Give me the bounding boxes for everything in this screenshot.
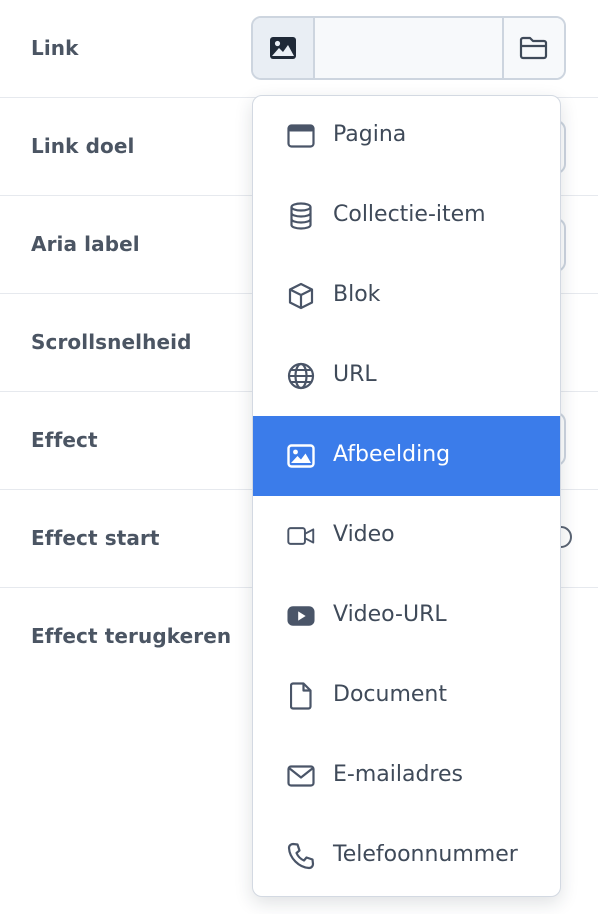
image-icon [287, 442, 315, 470]
phone-icon [287, 842, 315, 870]
field-label-effect-start: Effect start [31, 526, 160, 550]
menu-item-collection-item[interactable]: Collectie-item [253, 176, 560, 256]
menu-item-label: Blok [333, 282, 381, 307]
field-label-scroll-speed: Scrollsnelheid [31, 330, 192, 354]
menu-item-label: Document [333, 682, 447, 707]
link-picker [251, 16, 566, 80]
menu-item-label: Afbeelding [333, 442, 451, 467]
menu-item-label: Video-URL [333, 602, 447, 627]
browse-button[interactable] [502, 18, 564, 78]
field-label-link-target: Link doel [31, 134, 135, 158]
menu-item-video[interactable]: Video [253, 496, 560, 576]
link-value-input[interactable] [315, 18, 503, 78]
folder-open-icon [519, 36, 549, 60]
field-label-link: Link [31, 36, 79, 60]
cube-icon [287, 282, 315, 310]
menu-item-label: URL [333, 362, 377, 387]
link-type-dropdown: Pagina Collectie-item Blok URL Afbeeldin… [252, 95, 561, 897]
menu-item-video-url[interactable]: Video-URL [253, 576, 560, 656]
youtube-icon [287, 602, 315, 630]
menu-item-label: E-mailadres [333, 762, 463, 787]
field-label-aria-label: Aria label [31, 232, 140, 256]
video-camera-icon [287, 522, 315, 550]
menu-item-phone[interactable]: Telefoonnummer [253, 816, 560, 896]
field-label-effect: Effect [31, 428, 98, 452]
menu-item-block[interactable]: Blok [253, 256, 560, 336]
menu-item-label: Pagina [333, 122, 407, 147]
envelope-icon [287, 762, 315, 790]
menu-item-label: Collectie-item [333, 202, 486, 227]
image-icon [269, 36, 297, 60]
menu-item-label: Telefoonnummer [333, 842, 518, 867]
menu-item-document[interactable]: Document [253, 656, 560, 736]
menu-item-url[interactable]: URL [253, 336, 560, 416]
globe-icon [287, 362, 315, 390]
menu-item-image[interactable]: Afbeelding [253, 416, 560, 496]
database-icon [287, 202, 315, 230]
menu-item-label: Video [333, 522, 395, 547]
browser-window-icon [287, 122, 315, 150]
menu-item-page[interactable]: Pagina [253, 96, 560, 176]
menu-item-email[interactable]: E-mailadres [253, 736, 560, 816]
link-type-button[interactable] [253, 18, 315, 78]
document-icon [287, 682, 315, 710]
field-label-effect-return: Effect terugkeren [31, 624, 232, 648]
